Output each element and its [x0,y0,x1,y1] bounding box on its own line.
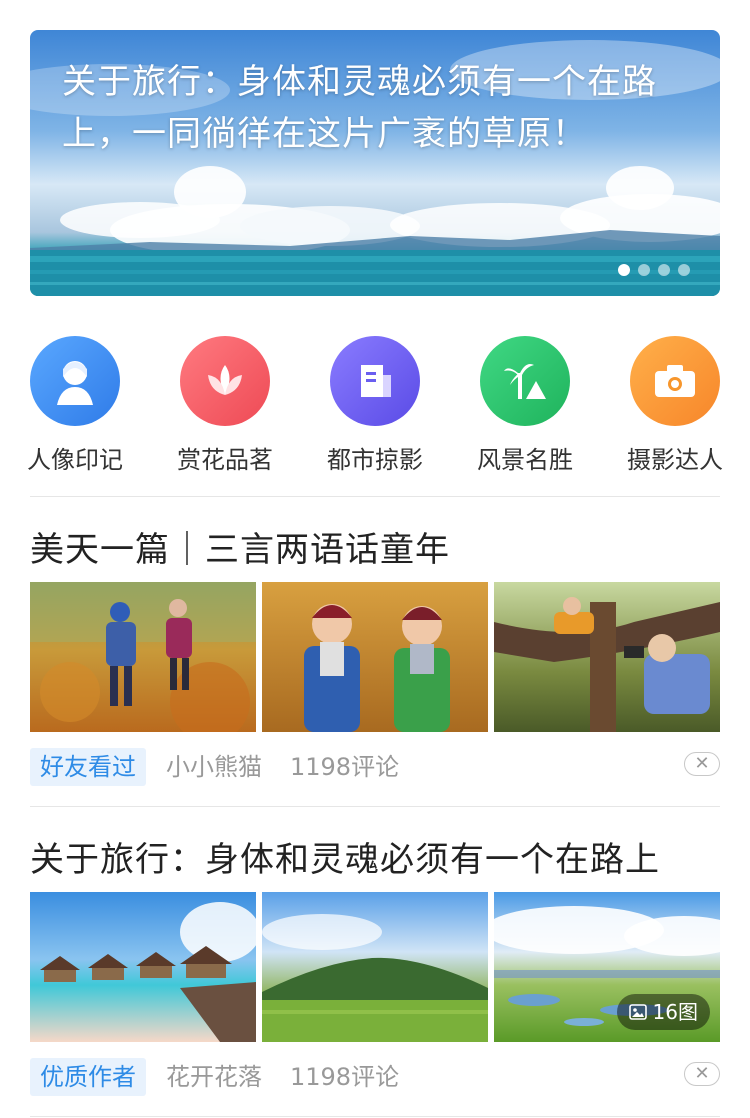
feed-image-grassland[interactable]: 16图 [494,892,720,1042]
divider [30,806,720,807]
feed-image-tree-climbing[interactable] [494,582,720,732]
image-count-badge: 16图 [616,994,710,1030]
carousel-indicator [618,264,690,276]
comment-count[interactable]: 1198评论 [290,748,399,786]
lotus-icon [180,336,270,426]
friend-viewed-tag: 好友看过 [30,748,146,786]
building-icon [330,336,420,426]
category-label: 人像印记 [27,446,123,474]
category-portrait[interactable]: 人像印记 [0,336,150,475]
dismiss-button[interactable]: ✕ [684,1062,720,1086]
image-icon [628,1004,647,1020]
feed-image-bungalows[interactable] [30,892,256,1042]
category-label: 都市掠影 [327,446,423,474]
carousel-dot[interactable] [618,264,630,276]
feed-card-images[interactable] [30,582,720,732]
category-city[interactable]: 都市掠影 [300,336,450,475]
palm-tree-icon [480,336,570,426]
carousel-dot[interactable] [678,264,690,276]
category-label: 赏花品茗 [177,446,273,474]
category-flowers[interactable]: 赏花品茗 [150,336,300,475]
close-icon: ✕ [694,753,710,774]
feed-card-meta: 优质作者 花开花落 1198评论 ✕ [30,1058,720,1096]
feed-image-two-boys[interactable] [262,582,488,732]
feed-card-title[interactable]: 美天一篇｜三言两语话童年 [30,522,450,571]
category-scenery[interactable]: 风景名胜 [450,336,600,475]
category-nav: 人像印记 赏花品茗 都市掠影 风景名胜 摄影达人 [0,336,750,476]
hero-banner[interactable]: 关于旅行：身体和灵魂必须有一个在路上，一同徜徉在这片广袤的草原！ [30,30,720,296]
category-label: 风景名胜 [477,446,573,474]
image-count-label: 16图 [652,1000,698,1024]
close-icon: ✕ [694,1063,710,1084]
portrait-icon [30,336,120,426]
camera-icon [630,336,720,426]
author-name[interactable]: 花开花落 [166,1058,262,1096]
comment-count[interactable]: 1198评论 [290,1058,399,1096]
author-name[interactable]: 小小熊猫 [166,748,262,786]
carousel-dot[interactable] [638,264,650,276]
carousel-dot[interactable] [658,264,670,276]
category-label: 摄影达人 [627,446,723,474]
divider [30,1116,720,1117]
feed-image-mountain-field[interactable] [262,892,488,1042]
category-photographers[interactable]: 摄影达人 [600,336,750,475]
quality-author-tag: 优质作者 [30,1058,146,1096]
feed-image-children-autumn[interactable] [30,582,256,732]
divider [30,496,720,497]
feed-card-title[interactable]: 关于旅行：身体和灵魂必须有一个在路上 [30,832,660,881]
banner-title: 关于旅行：身体和灵魂必须有一个在路上，一同徜徉在这片广袤的草原！ [62,62,657,154]
dismiss-button[interactable]: ✕ [684,752,720,776]
feed-card-meta: 好友看过 小小熊猫 1198评论 ✕ [30,748,720,786]
feed-card-images[interactable]: 16图 [30,892,720,1042]
